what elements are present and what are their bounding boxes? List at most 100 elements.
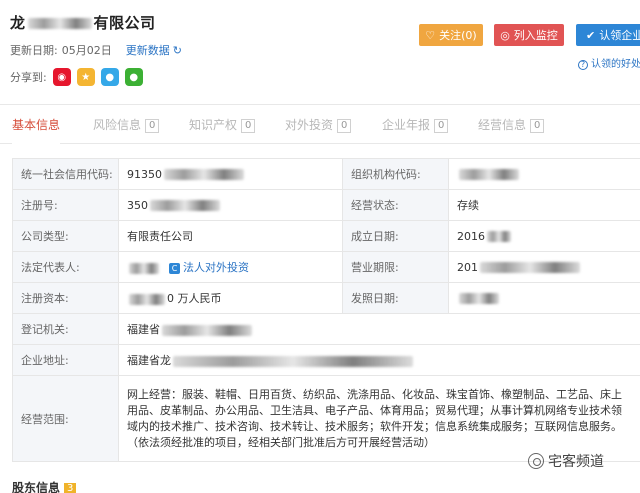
shareholders-label: 股东信息 — [12, 481, 61, 493]
reg-no-label: 注册号: — [12, 189, 119, 221]
tab-ip[interactable]: 知识产权 0 — [189, 105, 256, 145]
table-row: 注册资本: 0 万人民币 发照日期: — [12, 282, 640, 314]
redacted-text — [150, 200, 220, 211]
established-text: 2016 — [457, 229, 485, 243]
org-code-value — [448, 158, 640, 190]
tab-annual-report[interactable]: 企业年报 0 — [382, 105, 449, 145]
watermark: 宅客频道 — [528, 451, 604, 471]
tab-operation-info[interactable]: 经营信息 0 — [478, 105, 545, 145]
tab-label: 知识产权 — [189, 118, 238, 132]
business-scope-label: 经营范围: — [12, 375, 119, 462]
legal-rep-investment-link[interactable]: 法人对外投资 — [183, 261, 249, 274]
established-label: 成立日期: — [342, 220, 449, 252]
legal-rep-value: C 法人对外投资 — [118, 251, 343, 283]
reg-no-text: 350 — [127, 198, 148, 212]
update-row: 更新日期: 05月02日 更新数据 ↻ — [10, 42, 182, 58]
shareholders-section-title: 股东信息 3 — [12, 479, 77, 493]
address-label: 企业地址: — [12, 344, 119, 376]
redacted-text — [459, 169, 519, 180]
weibo-share-icon[interactable]: ◉ — [52, 68, 71, 86]
tab-label: 对外投资 — [285, 118, 334, 132]
question-icon: ? — [578, 60, 588, 70]
company-header: 龙 有限公司 更新日期: 05月02日 更新数据 ↻ 分享到: ◉ ★ ● ● ♡ 关注… — [0, 0, 640, 100]
tab-count-badge: 0 — [241, 118, 256, 133]
license-date-label: 发照日期: — [342, 282, 449, 314]
monitor-button[interactable]: ◎ 列入监控 — [494, 24, 564, 46]
tab-label: 风险信息 — [93, 118, 142, 132]
tab-label: 基本信息 — [12, 118, 61, 132]
tab-count-badge: 0 — [337, 118, 352, 133]
company-name-prefix: 龙 — [10, 14, 26, 32]
business-term-label: 营业期限: — [342, 251, 449, 283]
wechat-share-icon[interactable]: ● — [124, 68, 143, 86]
update-date-label: 更新日期: — [10, 44, 58, 57]
redacted-text — [173, 355, 413, 367]
redacted-text — [164, 169, 244, 180]
redacted-text — [480, 262, 580, 273]
tab-label: 企业年报 — [382, 118, 431, 132]
follow-button-label: 关注(0) — [439, 29, 477, 42]
credit-code-label: 统一社会信用代码: — [12, 158, 119, 190]
table-row: 公司类型: 有限责任公司 成立日期: 2016 — [12, 220, 640, 252]
table-row: 注册号: 350 经营状态: 存续 — [12, 189, 640, 221]
monitor-icon: ◎ — [500, 28, 510, 42]
established-value: 2016 — [448, 220, 640, 252]
org-code-label: 组织机构代码: — [342, 158, 449, 190]
redacted-text — [129, 262, 159, 274]
legal-rep-label: 法定代表人: — [12, 251, 119, 283]
share-label: 分享到: — [10, 71, 47, 84]
business-term-text: 201 — [457, 260, 478, 274]
company-type-value: 有限责任公司 — [118, 220, 343, 252]
company-name: 龙 有限公司 — [10, 12, 156, 33]
shareholders-count-badge: 3 — [64, 482, 77, 493]
tab-count-badge: 0 — [145, 118, 160, 133]
redacted-text — [487, 231, 511, 242]
update-date-value: 05月02日 — [61, 44, 112, 57]
heart-icon: ♡ — [425, 28, 436, 42]
table-row: 统一社会信用代码: 91350 组织机构代码: — [12, 158, 640, 190]
share-row: 分享到: ◉ ★ ● ● — [10, 68, 143, 86]
tab-investment[interactable]: 对外投资 0 — [285, 105, 352, 145]
table-row: 企业地址: 福建省龙 — [12, 344, 640, 376]
tab-label: 经营信息 — [478, 118, 527, 132]
credit-code-value: 91350 — [118, 158, 343, 190]
claim-benefits-link[interactable]: ? 认领的好处 — [578, 55, 640, 70]
monitor-button-label: 列入监控 — [513, 29, 558, 42]
license-date-value — [448, 282, 640, 314]
claim-button-label: 认领企业 — [599, 29, 640, 42]
redacted-text — [162, 324, 252, 336]
claim-help-label: 认领的好处 — [591, 59, 640, 70]
status-label: 经营状态: — [342, 189, 449, 221]
status-value: 存续 — [448, 189, 640, 221]
wechat-channel-icon — [528, 453, 544, 469]
person-icon: C — [169, 262, 180, 274]
address-text: 福建省龙 — [127, 354, 171, 367]
claim-company-button[interactable]: ✔ 认领企业 — [576, 24, 640, 46]
capital-value: 0 万人民币 — [118, 282, 343, 314]
redacted-text — [459, 293, 499, 304]
follow-button[interactable]: ♡ 关注(0) — [419, 24, 483, 46]
table-row: 登记机关: 福建省 — [12, 313, 640, 345]
business-term-value: 201 — [448, 251, 640, 283]
business-scope-value: 网上经营：服装、鞋帽、日用百货、纺织品、洗涤用品、化妆品、珠宝首饰、橡塑制品、工… — [118, 375, 640, 462]
watermark-text: 宅客频道 — [548, 454, 604, 470]
qzone-share-icon[interactable]: ★ — [76, 68, 95, 86]
company-type-label: 公司类型: — [12, 220, 119, 252]
reg-no-value: 350 — [118, 189, 343, 221]
credit-code-text: 91350 — [127, 167, 162, 181]
company-name-suffix: 有限公司 — [93, 14, 156, 32]
refresh-data-link[interactable]: 更新数据 — [126, 44, 170, 57]
refresh-icon[interactable]: ↻ — [173, 44, 182, 57]
info-tabs: 基本信息 风险信息 0 知识产权 0 对外投资 0 企业年报 0 经营信息 0 — [0, 104, 640, 146]
tab-basic-info[interactable]: 基本信息 — [1, 105, 71, 146]
qq-share-icon[interactable]: ● — [100, 68, 119, 86]
tab-risk-info[interactable]: 风险信息 0 — [93, 105, 160, 145]
basic-info-table: 统一社会信用代码: 91350 组织机构代码: 注册号: 350 经营状态: 存… — [12, 158, 640, 462]
address-value: 福建省龙 — [118, 344, 640, 376]
authority-text: 福建省 — [127, 323, 160, 336]
redacted-name — [27, 18, 92, 29]
authority-label: 登记机关: — [12, 313, 119, 345]
table-row: 经营范围: 网上经营：服装、鞋帽、日用百货、纺织品、洗涤用品、化妆品、珠宝首饰、… — [12, 375, 640, 462]
tab-count-badge: 0 — [530, 118, 545, 133]
capital-label: 注册资本: — [12, 282, 119, 314]
